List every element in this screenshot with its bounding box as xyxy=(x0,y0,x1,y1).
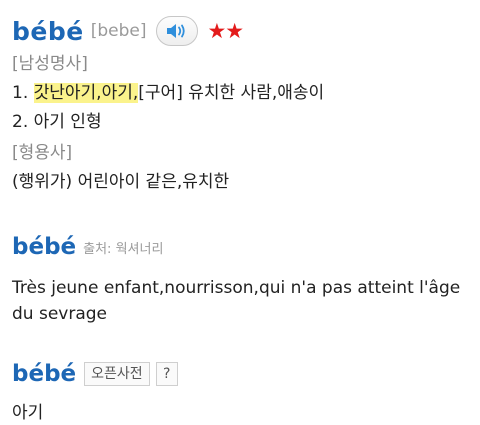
part-of-speech-adjective: [형용사] xyxy=(12,143,73,163)
dictionary-entry-wiktionary: bébé 출처: 웍셔너리 Très jeune enfant,nourriss… xyxy=(12,233,472,327)
definition-number: 1. xyxy=(12,83,34,103)
entry-headline: bébé 출처: 웍셔너리 xyxy=(12,233,472,261)
source-label: 출처: 웍셔너리 xyxy=(83,241,164,257)
part-of-speech-noun: [남성명사] xyxy=(12,54,88,74)
headword: bébé xyxy=(12,16,84,46)
headword: bébé xyxy=(12,234,77,260)
definition-text: [구어] 유치한 사람,애송이 xyxy=(138,83,325,103)
dictionary-entry-main: bébé [bebe] ★★ [남성명사] 1. 갓난아기,아기,[구어] 유치… xyxy=(12,14,472,197)
definition-3: (행위가) 어린아이 같은,유치한 xyxy=(12,172,230,192)
pronunciation: [bebe] xyxy=(90,21,147,41)
entry-headline: bébé 오픈사전 ? xyxy=(12,360,472,388)
play-pronunciation-button[interactable] xyxy=(156,16,199,46)
headword: bébé xyxy=(12,361,77,387)
entry-headline: bébé [bebe] ★★ xyxy=(12,14,472,48)
help-button[interactable]: ? xyxy=(155,362,178,386)
speaker-icon xyxy=(167,24,186,38)
definition-1: 1. 갓난아기,아기,[구어] 유치한 사람,애송이 xyxy=(12,79,472,108)
definition-2: 2. 아기 인형 xyxy=(12,112,102,132)
importance-stars: ★★ xyxy=(207,19,244,43)
highlighted-text: 갓난아기,아기, xyxy=(33,83,139,103)
dictionary-entry-open: bébé 오픈사전 ? 아기 xyxy=(12,360,472,423)
open-dictionary-button[interactable]: 오픈사전 xyxy=(84,362,150,386)
meaning-text: 아기 xyxy=(12,403,44,423)
definition-text: Très jeune enfant,nourrisson,qui n'a pas… xyxy=(12,278,461,324)
